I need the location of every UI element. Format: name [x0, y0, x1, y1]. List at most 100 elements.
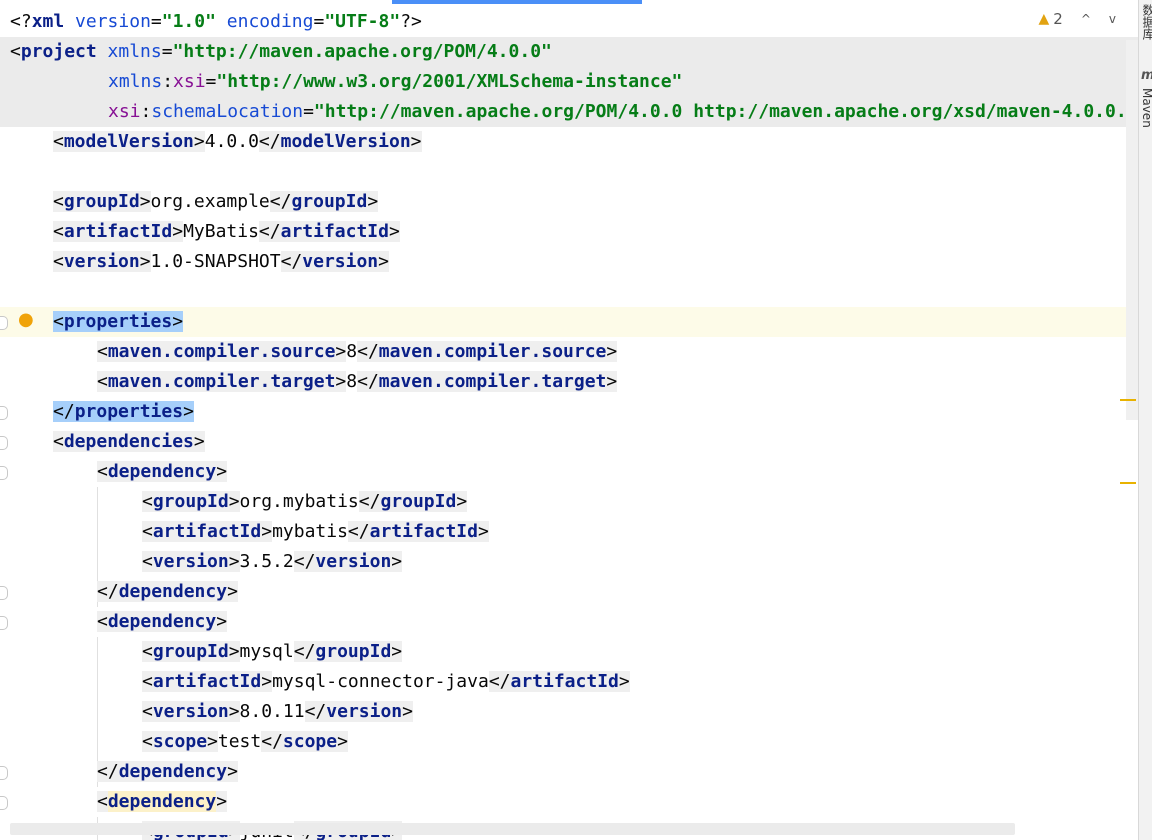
- code-line-artifact-id[interactable]: <artifactId>MyBatis</artifactId>: [53, 217, 400, 247]
- bracket: </: [488, 671, 511, 692]
- tag-name: maven.compiler.source: [378, 341, 607, 362]
- fold-marker-icon[interactable]: [0, 316, 8, 330]
- maven-icon[interactable]: m: [1141, 68, 1152, 83]
- bracket: >: [193, 131, 205, 152]
- fold-marker-icon[interactable]: [0, 586, 8, 600]
- fold-marker-icon[interactable]: [0, 466, 8, 480]
- bracket: </: [53, 401, 75, 422]
- bracket: <: [10, 41, 21, 62]
- attr-value: "http://maven.apache.org/POM/4.0.0 http:…: [313, 101, 1138, 122]
- tag-name: version: [152, 551, 229, 572]
- attr-name: encoding: [226, 11, 314, 32]
- attr-value: "UTF-8": [324, 11, 401, 32]
- code-line-compiler-target[interactable]: <maven.compiler.target>8</maven.compiler…: [97, 367, 618, 397]
- code-line-properties-open[interactable]: <properties>: [53, 307, 184, 337]
- tag-name: groupId: [291, 191, 368, 212]
- code-line-dependency-open[interactable]: <dependency>: [97, 457, 228, 487]
- bracket: >: [367, 191, 379, 212]
- bracket: </: [347, 521, 370, 542]
- fold-marker-icon[interactable]: [0, 766, 8, 780]
- code-editor[interactable]: <?xml version="1.0" encoding="UTF-8"?> <…: [0, 0, 1138, 840]
- bracket: >: [228, 551, 240, 572]
- bracket: </: [358, 491, 381, 512]
- tag-name: artifactId: [152, 671, 262, 692]
- right-tool-window-bar: 数据库 m Maven: [1138, 0, 1152, 840]
- tag-name: version: [315, 551, 392, 572]
- code-line-xmlns-xsi[interactable]: xmlns:xsi="http://www.w3.org/2001/XMLSch…: [108, 67, 682, 97]
- bracket: >: [183, 401, 194, 422]
- bracket: </: [280, 251, 303, 272]
- tag-value: 3.5.2: [239, 551, 294, 572]
- bracket: <: [142, 551, 153, 572]
- tag-value: 8: [346, 371, 358, 392]
- attr-value: "http://maven.apache.org/POM/4.0.0": [172, 41, 552, 62]
- tag-name: artifactId: [369, 521, 478, 542]
- bracket: >: [139, 251, 151, 272]
- equals-sign: =: [161, 41, 173, 62]
- tag-name: modelVersion: [63, 131, 194, 152]
- code-line-dependency-open[interactable]: <dependency>: [97, 607, 228, 637]
- bracket: >: [207, 731, 218, 752]
- code-line-dep2-group-id[interactable]: <groupId>mysql</groupId>: [142, 637, 403, 667]
- fold-marker-icon[interactable]: [0, 436, 8, 450]
- bracket: </: [261, 731, 283, 752]
- code-line-dep2-version[interactable]: <version>8.0.11</version>: [142, 697, 413, 727]
- code-line-dep1-group-id[interactable]: <groupId>org.mybatis</groupId>: [142, 487, 468, 517]
- fold-marker-icon[interactable]: [0, 796, 8, 810]
- tag-value: org.example: [150, 191, 270, 212]
- tag-name: artifactId: [152, 521, 262, 542]
- tag-name: properties: [74, 401, 184, 422]
- bracket: >: [410, 131, 422, 152]
- equals-sign: =: [303, 101, 314, 122]
- bracket: >: [227, 761, 238, 782]
- horizontal-scrollbar[interactable]: [10, 823, 1015, 835]
- code-line-dep2-scope[interactable]: <scope>test</scope>: [142, 727, 348, 757]
- bracket: <: [53, 131, 64, 152]
- warning-icon: ▲: [1038, 11, 1050, 27]
- bracket: >: [606, 371, 618, 392]
- colon: :: [140, 101, 152, 122]
- code-line-dep1-artifact-id[interactable]: <artifactId>mybatis</artifactId>: [142, 517, 489, 547]
- lightbulb-icon[interactable]: ●: [18, 309, 38, 331]
- inspection-widget[interactable]: ▲ 2 ^ v: [1039, 10, 1117, 28]
- tag-name: scope: [282, 731, 338, 752]
- code-line-dependency-close[interactable]: </dependency>: [97, 757, 238, 787]
- database-tool-tab[interactable]: 数据库: [1140, 4, 1152, 40]
- code-line-dependency-close[interactable]: </dependency>: [97, 577, 238, 607]
- bracket: >: [456, 491, 468, 512]
- warning-stripe-marker[interactable]: [1120, 399, 1136, 401]
- code-line-project-open[interactable]: <project xmlns="http://maven.apache.org/…: [10, 37, 552, 67]
- colon: :: [162, 71, 174, 92]
- code-line-model-version[interactable]: <modelVersion>4.0.0</modelVersion>: [53, 127, 422, 157]
- tag-name: artifactId: [280, 221, 389, 242]
- bracket: <: [142, 671, 153, 692]
- vertical-scrollbar[interactable]: [1126, 40, 1138, 420]
- code-line-dep2-artifact-id[interactable]: <artifactId>mysql-connector-java</artifa…: [142, 667, 630, 697]
- bracket: >: [335, 371, 347, 392]
- code-line-dependency-open[interactable]: <dependency>: [97, 787, 228, 817]
- code-line-group-id[interactable]: <groupId>org.example</groupId>: [53, 187, 379, 217]
- bracket: >: [391, 641, 403, 662]
- fold-marker-icon[interactable]: [0, 616, 8, 630]
- code-line-version[interactable]: <version>1.0-SNAPSHOT</version>: [53, 247, 389, 277]
- tag-name: dependency: [118, 581, 228, 602]
- bracket: >: [172, 311, 184, 332]
- bracket: >: [228, 701, 240, 722]
- tag-name: groupId: [152, 641, 229, 662]
- code-line-schema-location[interactable]: xsi:schemaLocation="http://maven.apache.…: [108, 97, 1138, 127]
- pi-close: ?>: [400, 11, 422, 32]
- pi-name: xml: [31, 11, 65, 32]
- next-highlight-icon[interactable]: v: [1109, 12, 1116, 26]
- code-line-properties-close[interactable]: </properties>: [53, 397, 194, 427]
- code-line-dep1-version[interactable]: <version>3.5.2</version>: [142, 547, 403, 577]
- maven-tool-tab[interactable]: Maven: [1140, 88, 1152, 128]
- warning-stripe-marker[interactable]: [1120, 482, 1136, 484]
- code-line-dependencies-open[interactable]: <dependencies>: [53, 427, 205, 457]
- attr-value: "http://www.w3.org/2001/XMLSchema-instan…: [216, 71, 683, 92]
- code-line-xml-declaration[interactable]: <?xml version="1.0" encoding="UTF-8"?>: [10, 7, 422, 37]
- previous-highlight-icon[interactable]: ^: [1081, 12, 1091, 26]
- warning-count: 2: [1053, 10, 1063, 28]
- bracket: </: [97, 761, 119, 782]
- fold-marker-icon[interactable]: [0, 406, 8, 420]
- code-line-compiler-source[interactable]: <maven.compiler.source>8</maven.compiler…: [97, 337, 618, 367]
